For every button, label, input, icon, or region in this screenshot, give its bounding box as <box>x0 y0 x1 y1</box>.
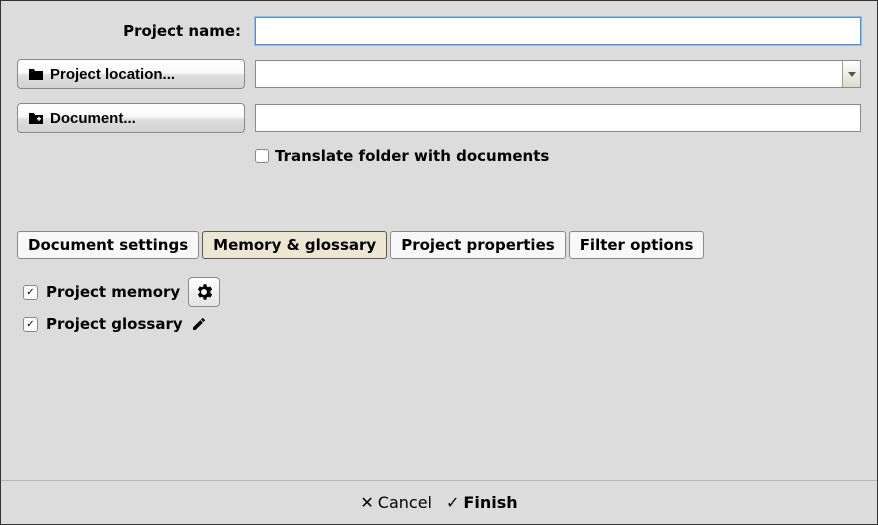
translate-folder-checkbox[interactable] <box>255 149 269 163</box>
folder-icon <box>28 67 44 81</box>
footer: Cancel Finish <box>1 480 877 524</box>
project-memory-row: ✓ Project memory <box>23 277 855 307</box>
cancel-button[interactable]: Cancel <box>360 493 432 512</box>
tab-strip: Document settings Memory & glossary Proj… <box>17 231 861 259</box>
finish-button[interactable]: Finish <box>446 493 518 512</box>
translate-folder-row: Translate folder with documents <box>255 147 861 165</box>
check-icon <box>446 493 459 512</box>
form-area: Project name: Project location... Docume… <box>1 1 877 181</box>
tab-project-properties[interactable]: Project properties <box>390 231 565 259</box>
dropdown-arrow-icon <box>842 61 860 87</box>
document-button-label: Document... <box>50 110 136 127</box>
project-glossary-row: ✓ Project glossary <box>23 315 855 333</box>
project-memory-checkbox[interactable]: ✓ <box>23 285 38 300</box>
document-button[interactable]: Document... <box>17 103 245 133</box>
project-memory-label: Project memory <box>46 283 180 301</box>
project-location-button-col: Project location... <box>17 59 255 89</box>
tab-memory-glossary[interactable]: Memory & glossary <box>202 231 387 259</box>
x-icon <box>360 493 373 512</box>
document-add-icon <box>28 111 44 125</box>
gear-icon <box>196 284 212 300</box>
project-location-row: Project location... <box>17 59 861 89</box>
project-location-select[interactable] <box>255 60 861 88</box>
project-name-input-wrap <box>255 17 861 45</box>
translate-folder-label: Translate folder with documents <box>275 147 549 165</box>
finish-label: Finish <box>463 493 517 512</box>
project-location-button[interactable]: Project location... <box>17 59 245 89</box>
pencil-icon[interactable] <box>191 316 207 332</box>
project-glossary-label: Project glossary <box>46 315 183 333</box>
project-location-button-label: Project location... <box>50 66 175 83</box>
tabs-area: Document settings Memory & glossary Proj… <box>1 231 877 359</box>
project-name-label: Project name: <box>17 22 255 40</box>
document-input[interactable] <box>255 104 861 132</box>
project-memory-settings-button[interactable] <box>188 277 220 307</box>
project-name-row: Project name: <box>17 17 861 45</box>
document-row: Document... <box>17 103 861 133</box>
document-button-col: Document... <box>17 103 255 133</box>
project-glossary-checkbox[interactable]: ✓ <box>23 317 38 332</box>
document-input-wrap <box>255 104 861 132</box>
tab-document-settings[interactable]: Document settings <box>17 231 199 259</box>
cancel-label: Cancel <box>378 493 432 512</box>
tab-content: ✓ Project memory ✓ Project glossary <box>17 259 861 359</box>
project-location-select-wrap <box>255 60 861 88</box>
project-name-input[interactable] <box>255 17 861 45</box>
tab-filter-options[interactable]: Filter options <box>569 231 705 259</box>
